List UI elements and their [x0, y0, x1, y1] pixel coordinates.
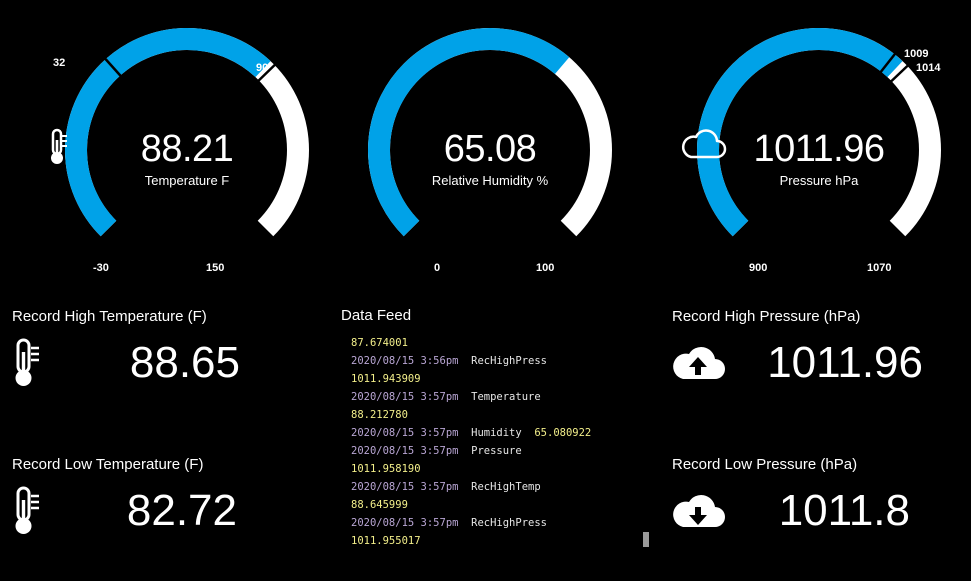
- pressure-value: 1011.96: [753, 128, 885, 170]
- feed-row: 2020/08/15 3:57pm Temperature: [351, 388, 604, 406]
- temperature-value: 88.21: [140, 128, 234, 170]
- record-low-temp-title: Record Low Temperature (F): [12, 456, 204, 473]
- feed-row: 2020/08/15 3:57pm RecHighTemp: [351, 478, 604, 496]
- temperature-marker-90: 90: [256, 62, 269, 74]
- record-high-temp-value: 88.65: [129, 338, 240, 387]
- pressure-max-label: 1070: [867, 262, 892, 274]
- humidity-value: 65.08: [443, 128, 537, 170]
- feed-timestamp: 2020/08/15 3:57pm: [351, 481, 459, 493]
- feed-value: 65.080922: [534, 427, 592, 439]
- record-high-pressure-value: 1011.96: [767, 338, 923, 387]
- record-high-temp-title: Record High Temperature (F): [12, 308, 207, 325]
- feed-row: 1011.943909: [351, 370, 604, 388]
- feed-row: 1011.955017: [351, 532, 604, 550]
- thermometer-icon: [51, 128, 67, 164]
- feed-topic: RecHighPress: [471, 355, 547, 367]
- cloud-upload-icon: [673, 346, 725, 379]
- feed-value: 1011.943909: [351, 373, 421, 385]
- humidity-min-label: 0: [434, 262, 441, 274]
- pressure-label: Pressure hPa: [779, 173, 859, 188]
- feed-row: 88.645999: [351, 496, 604, 514]
- pressure-gauge: 1009 1014 900 1070 1011.96 Pressure hPa: [679, 0, 959, 290]
- feed-timestamp: 2020/08/15 3:57pm: [351, 517, 459, 529]
- feed-value: 1011.955017: [351, 535, 421, 547]
- temperature-max-label: 150: [206, 262, 225, 274]
- temperature-label: Temperature F: [144, 173, 230, 188]
- feed-row: 2020/08/15 3:57pm Humidity 65.080922: [351, 424, 604, 442]
- feed-value: 88.212780: [351, 409, 408, 421]
- humidity-label: Relative Humidity %: [431, 173, 549, 188]
- feed-row: 88.212780: [351, 406, 604, 424]
- feed-row: 2020/08/15 3:56pm RecHighPress: [351, 352, 604, 370]
- feed-row: 87.674001: [351, 334, 604, 352]
- data-feed-title: Data Feed: [341, 307, 412, 324]
- feed-value: 88.645999: [351, 499, 408, 511]
- thermometer-icon: [15, 338, 39, 386]
- thermometer-icon: [15, 486, 39, 534]
- feed-cursor: [643, 532, 649, 547]
- record-low-temp-value: 82.72: [126, 486, 237, 535]
- feed-topic: RecHighTemp: [471, 481, 541, 493]
- record-low-pressure-value: 1011.8: [778, 486, 910, 535]
- feed-timestamp: 2020/08/15 3:56pm: [351, 355, 459, 367]
- feed-topic: Pressure: [471, 445, 522, 457]
- feed-timestamp: 2020/08/15 3:57pm: [351, 427, 459, 439]
- cloud-icon: [682, 129, 727, 159]
- feed-value: 1011.958190: [351, 463, 421, 475]
- pressure-marker-1014: 1014: [916, 62, 941, 74]
- record-high-pressure-title: Record High Pressure (hPa): [672, 308, 861, 325]
- feed-topic: Humidity: [471, 427, 522, 439]
- feed-timestamp: 2020/08/15 3:57pm: [351, 391, 459, 403]
- humidity-max-label: 100: [536, 262, 555, 274]
- pressure-min-label: 900: [749, 262, 768, 274]
- record-low-pressure-title: Record Low Pressure (hPa): [672, 456, 858, 473]
- pressure-marker-1009: 1009: [904, 48, 929, 60]
- temperature-gauge: 32 90 -30 150 88.21 Temperature F: [47, 0, 327, 290]
- feed-topic: RecHighPress: [471, 517, 547, 529]
- feed-row: 2020/08/15 3:57pm Pressure: [351, 442, 604, 460]
- feed-topic: Temperature: [471, 391, 541, 403]
- feed-row: 2020/08/15 3:57pm RecHighPress: [351, 514, 604, 532]
- temperature-marker-32: 32: [53, 57, 66, 69]
- data-feed-log[interactable]: 87.674001 2020/08/15 3:56pm RecHighPress…: [351, 334, 604, 550]
- feed-row: 1011.958190: [351, 460, 604, 478]
- feed-timestamp: 2020/08/15 3:57pm: [351, 445, 459, 457]
- feed-value: 87.674001: [351, 337, 408, 349]
- humidity-gauge: 0 100 65.08 Relative Humidity %: [350, 0, 630, 290]
- cloud-download-icon: [673, 494, 725, 527]
- temperature-min-label: -30: [93, 262, 109, 274]
